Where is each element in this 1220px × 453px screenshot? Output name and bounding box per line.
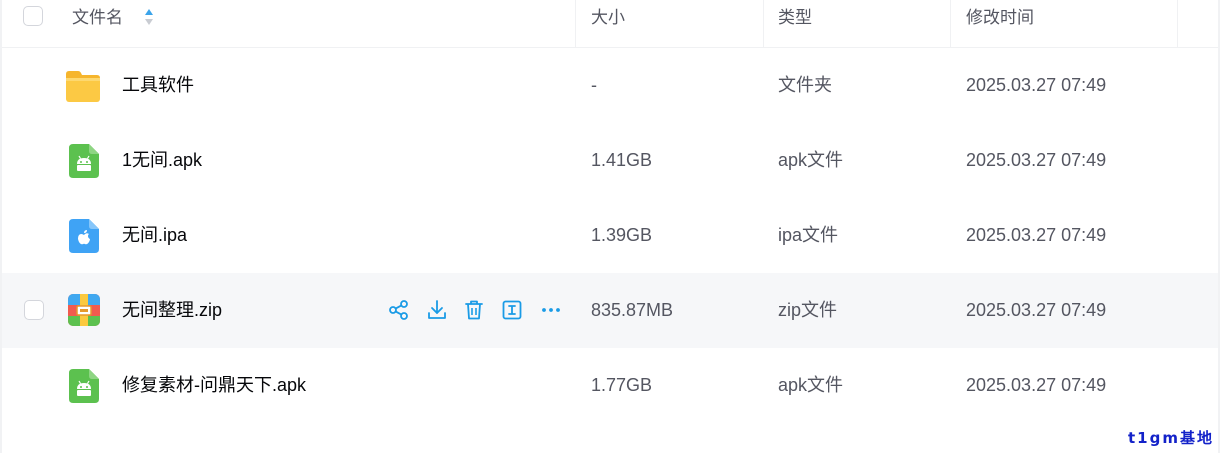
file-name[interactable]: 无间.ipa bbox=[122, 198, 187, 273]
folder-icon bbox=[66, 71, 100, 102]
column-divider bbox=[1177, 0, 1178, 48]
file-type: 文件夹 bbox=[778, 75, 832, 95]
header-modified[interactable]: 修改时间 bbox=[966, 0, 1034, 48]
file-name[interactable]: 1无间.apk bbox=[122, 123, 202, 198]
table-row[interactable]: 1无间.apk 1.41GB apk文件 2025.03.27 07:49 bbox=[2, 123, 1218, 198]
table-row-hovered[interactable]: 无间整理.zip 835.87MB zip文件 2025.03.27 07:49 bbox=[2, 273, 1218, 348]
header-type[interactable]: 类型 bbox=[778, 0, 812, 48]
file-name[interactable]: 无间整理.zip bbox=[122, 273, 222, 348]
table-row[interactable]: 无间.ipa 1.39GB ipa文件 2025.03.27 07:49 bbox=[2, 198, 1218, 273]
rename-icon[interactable] bbox=[500, 298, 524, 322]
file-list-table: 文件名 大小 类型 修改时间 工具软件 - 文件夹 2025.03.27 07:… bbox=[0, 0, 1220, 453]
more-icon[interactable] bbox=[539, 298, 563, 322]
header-filename[interactable]: 文件名 bbox=[72, 0, 123, 48]
table-row[interactable]: 修复素材-问鼎天下.apk 1.77GB apk文件 2025.03.27 07… bbox=[2, 348, 1218, 423]
android-apk-icon bbox=[69, 369, 99, 403]
share-icon[interactable] bbox=[387, 298, 411, 322]
sort-icon[interactable] bbox=[144, 8, 154, 26]
apple-ipa-icon bbox=[69, 219, 99, 253]
file-size: 1.77GB bbox=[591, 375, 653, 395]
android-apk-icon bbox=[69, 144, 99, 178]
file-type: apk文件 bbox=[778, 375, 844, 395]
column-divider bbox=[763, 0, 764, 48]
file-modified: 2025.03.27 07:49 bbox=[966, 375, 1107, 395]
column-divider bbox=[575, 0, 576, 48]
file-modified: 2025.03.27 07:49 bbox=[966, 300, 1107, 320]
file-size: 835.87MB bbox=[591, 300, 674, 320]
delete-icon[interactable] bbox=[462, 298, 486, 322]
header-size[interactable]: 大小 bbox=[591, 0, 625, 48]
file-name[interactable]: 修复素材-问鼎天下.apk bbox=[122, 348, 306, 423]
row-checkbox[interactable] bbox=[24, 300, 44, 320]
table-header: 文件名 大小 类型 修改时间 bbox=[2, 0, 1218, 48]
select-all-checkbox[interactable] bbox=[23, 6, 43, 26]
file-name[interactable]: 工具软件 bbox=[122, 48, 194, 123]
file-modified: 2025.03.27 07:49 bbox=[966, 225, 1107, 245]
file-type: zip文件 bbox=[778, 300, 838, 320]
file-size: 1.41GB bbox=[591, 150, 653, 170]
file-size: 1.39GB bbox=[591, 225, 653, 245]
file-type: ipa文件 bbox=[778, 225, 839, 245]
zip-archive-icon bbox=[68, 294, 100, 326]
file-modified: 2025.03.27 07:49 bbox=[966, 75, 1107, 95]
file-modified: 2025.03.27 07:49 bbox=[966, 150, 1107, 170]
file-type: apk文件 bbox=[778, 150, 844, 170]
column-divider bbox=[950, 0, 951, 48]
table-row[interactable]: 工具软件 - 文件夹 2025.03.27 07:49 bbox=[2, 48, 1218, 123]
file-size: - bbox=[591, 75, 597, 95]
download-icon[interactable] bbox=[425, 298, 449, 322]
watermark: t1gm基地 bbox=[1128, 429, 1214, 447]
